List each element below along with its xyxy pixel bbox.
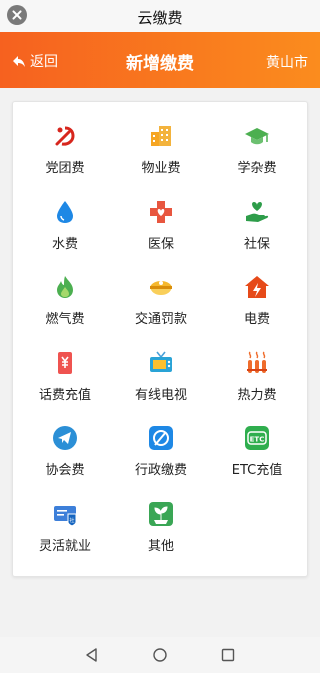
category-flexible-employment[interactable]: 社 灵活就业 (17, 500, 113, 576)
police-cap-icon (147, 273, 175, 301)
category-cable-tv[interactable]: 有线电视 (113, 349, 209, 425)
category-water-fee[interactable]: 水费 (17, 198, 113, 274)
category-label: 电费 (243, 312, 270, 327)
category-association-fee[interactable]: 协会费 (17, 424, 113, 500)
category-heating-fee[interactable]: 热力费 (209, 349, 305, 425)
category-label: 学杂费 (237, 161, 277, 176)
nav-recents-icon[interactable] (219, 646, 237, 664)
category-party-fee[interactable]: 党团费 (17, 122, 113, 198)
medical-cross-icon (147, 198, 175, 226)
category-medical-insurance[interactable]: 医保 (113, 198, 209, 274)
category-label: 灵活就业 (38, 538, 91, 554)
category-label: 党团费 (45, 161, 85, 176)
category-label: 燃气费 (45, 312, 85, 327)
hand-heart-icon (243, 198, 271, 226)
category-traffic-fine[interactable]: 交通罚款 (113, 273, 209, 349)
nav-back-icon[interactable] (83, 646, 101, 664)
category-social-insurance[interactable]: 社保 (209, 198, 305, 274)
phone-yen-icon (51, 349, 79, 377)
category-administrative-fee[interactable]: 行政缴费 (113, 424, 209, 500)
svg-text:社: 社 (69, 517, 74, 524)
category-tuition-fee[interactable]: 学杂费 (209, 122, 305, 198)
category-label: 社保 (243, 236, 270, 252)
city-selector[interactable]: 黄山市 (266, 52, 308, 72)
nav-home-icon[interactable] (151, 646, 169, 664)
svg-text:ETC: ETC (250, 436, 265, 444)
building-icon (147, 122, 175, 150)
category-label: 水费 (51, 236, 78, 252)
radiator-icon (243, 349, 271, 377)
category-label: 其他 (147, 538, 174, 554)
water-drop-icon (51, 198, 79, 226)
admin-fee-icon (147, 424, 175, 452)
category-gas-fee[interactable]: 燃气费 (17, 273, 113, 349)
category-other[interactable]: 其他 (113, 500, 209, 576)
tv-icon (147, 349, 175, 377)
etc-icon: ETC (243, 424, 271, 452)
category-label: 话费充值 (38, 387, 91, 403)
category-label: 行政缴费 (134, 463, 187, 478)
page-header: 返回 新增缴费 黄山市 (0, 32, 320, 88)
employment-card-icon: 社 (51, 500, 79, 528)
app-titlebar: 云缴费 (0, 0, 320, 32)
other-plant-icon (147, 500, 175, 528)
app-title: 云缴费 (137, 9, 183, 27)
category-electricity-fee[interactable]: 电费 (209, 273, 305, 349)
paper-plane-icon (51, 424, 79, 452)
system-navigation-bar (0, 637, 320, 673)
category-label: 医保 (147, 236, 174, 252)
payment-category-panel: 党团费 物业费 学杂费 水费 医保 社保 燃气费 交通罚款 电费 话费充值 有线… (12, 101, 308, 577)
category-phone-recharge[interactable]: 话费充值 (17, 349, 113, 425)
category-label: 物业费 (141, 161, 181, 176)
flame-icon (51, 273, 79, 301)
category-label: 协会费 (45, 463, 85, 478)
category-property-fee[interactable]: 物业费 (113, 122, 209, 198)
category-label: 交通罚款 (134, 312, 187, 327)
category-label: 热力费 (237, 387, 277, 403)
category-label: ETC充值 (231, 463, 283, 478)
category-label: 有线电视 (134, 387, 187, 403)
house-lightning-icon (243, 273, 271, 301)
payment-category-grid: 党团费 物业费 学杂费 水费 医保 社保 燃气费 交通罚款 电费 话费充值 有线… (13, 102, 309, 575)
party-emblem-icon (51, 122, 79, 150)
category-etc-recharge[interactable]: ETC ETC充值 (209, 424, 305, 500)
graduation-cap-icon (243, 122, 271, 150)
